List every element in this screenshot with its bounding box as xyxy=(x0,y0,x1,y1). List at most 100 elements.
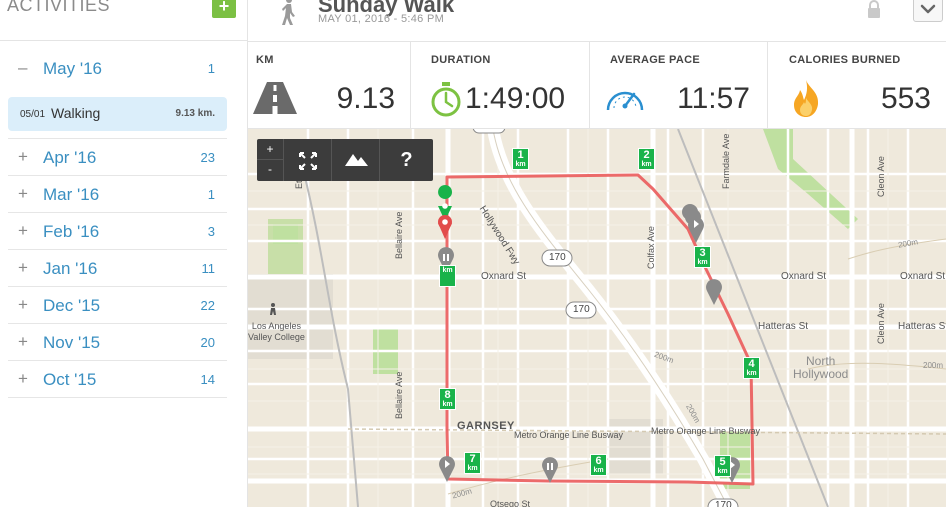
month-row-mar-16[interactable]: + Mar '16 1 xyxy=(8,176,227,213)
km-unit: km xyxy=(641,161,652,168)
km-number: 7 xyxy=(469,453,476,465)
month-label[interactable]: Dec '15 xyxy=(43,296,100,316)
activity-time: 5:46 PM xyxy=(400,13,445,25)
sidebar-header: ACTIVITIES + xyxy=(0,0,247,41)
km-unit: km xyxy=(467,465,478,472)
month-row-apr-16[interactable]: + Apr '16 23 xyxy=(8,139,227,176)
flame-icon xyxy=(794,80,819,117)
expand-icon[interactable]: + xyxy=(18,147,28,167)
month-count: 14 xyxy=(200,372,215,387)
month-count: 20 xyxy=(200,335,215,350)
km-marker-8[interactable]: 8 km xyxy=(439,388,456,410)
walker-icon xyxy=(282,0,295,25)
km-marker-6[interactable]: 6 km xyxy=(590,454,607,476)
street-label: Cleon Ave xyxy=(876,156,886,197)
km-marker-1[interactable]: 1 km xyxy=(512,148,529,170)
month-label[interactable]: Oct '15 xyxy=(43,370,96,390)
stat-label: KM xyxy=(256,54,274,66)
help-button[interactable]: ? xyxy=(379,139,433,181)
km-number: 4 xyxy=(748,358,755,370)
resume-marker-icon[interactable] xyxy=(688,217,704,243)
place-label: Los Angeles Valley College xyxy=(248,321,305,342)
park-area xyxy=(763,129,858,229)
km-marker-7[interactable]: 7 km xyxy=(464,452,481,474)
month-label[interactable]: May '16 xyxy=(43,59,102,79)
km-marker-4[interactable]: 4 km xyxy=(743,357,760,379)
stat-label: CALORIES BURNED xyxy=(789,54,901,66)
km-number: 6 xyxy=(595,455,602,467)
collapse-icon[interactable]: – xyxy=(18,58,27,78)
month-row-oct-15[interactable]: + Oct '15 14 xyxy=(8,361,227,398)
km-number: 3 xyxy=(699,247,706,259)
month-count: 1 xyxy=(207,61,215,76)
activity-datetime: MAY 01, 2016 - 5:46 PM xyxy=(318,13,444,25)
fullscreen-button[interactable] xyxy=(283,139,331,181)
zoom-in-button[interactable]: + xyxy=(257,139,283,160)
month-row-dec-15[interactable]: + Dec '15 22 xyxy=(8,287,227,324)
chevron-down-icon xyxy=(920,4,936,14)
month-row-jan-16[interactable]: + Jan '16 11 xyxy=(8,250,227,287)
km-number: 1 xyxy=(517,149,524,161)
activity-item-selected[interactable]: 05/01 Walking 9.13 km. xyxy=(8,97,227,131)
divider xyxy=(589,42,590,130)
month-row-feb-16[interactable]: + Feb '16 3 xyxy=(8,213,227,250)
street-label: Metro Orange Line Busway xyxy=(514,430,624,440)
km-marker-3[interactable]: 3 km xyxy=(694,246,711,268)
month-row-nov-15[interactable]: + Nov '15 20 xyxy=(8,324,227,361)
campus-area xyxy=(248,274,333,359)
street-label: Cleon Ave xyxy=(876,303,886,344)
add-activity-button[interactable]: + xyxy=(212,0,236,18)
month-row-may-16[interactable]: – May '16 1 xyxy=(8,50,227,88)
km-unit: km xyxy=(697,259,708,266)
expand-icon[interactable]: + xyxy=(18,332,28,352)
neighborhood-label: GARNSEY xyxy=(457,420,515,432)
zoom-out-button[interactable]: - xyxy=(257,160,283,181)
road-icon xyxy=(253,82,297,114)
km-unit: km xyxy=(717,468,728,475)
sidebar-title: ACTIVITIES xyxy=(7,0,111,15)
activity-distance: 9.13 km. xyxy=(175,108,215,119)
expand-icon[interactable]: + xyxy=(18,184,28,204)
km-marker-2[interactable]: 2 km xyxy=(638,148,655,170)
expand-icon[interactable]: + xyxy=(18,221,28,241)
activity-header: Sunday Walk MAY 01, 2016 - 5:46 PM xyxy=(248,0,946,41)
options-dropdown-button[interactable] xyxy=(913,0,943,22)
street-label: Oxnard St xyxy=(900,271,946,282)
route-map[interactable]: Hollywood Fwy Oxnard St Oxnard St Oxnard… xyxy=(248,129,946,507)
stat-calories-burned: CALORIES BURNED 553 xyxy=(781,42,946,130)
pause-marker-icon[interactable] xyxy=(706,279,722,305)
route-shield-icon xyxy=(472,129,506,134)
km-marker[interactable]: km xyxy=(439,265,456,287)
stats-bar: KM 9.13 DURATION 1:49:00 AVERAGE PACE 11… xyxy=(248,41,946,130)
terrain-icon xyxy=(345,154,368,166)
km-unit: km xyxy=(515,161,526,168)
expand-icon[interactable]: + xyxy=(18,369,28,389)
divider xyxy=(767,42,768,130)
month-label[interactable]: Jan '16 xyxy=(43,259,97,279)
stopwatch-icon xyxy=(431,82,461,117)
lock-icon[interactable] xyxy=(865,0,883,18)
stat-value: 11:57 xyxy=(677,82,750,115)
expand-icon[interactable]: + xyxy=(18,258,28,278)
expand-icon[interactable]: + xyxy=(18,295,28,315)
stat-label: AVERAGE PACE xyxy=(610,54,700,66)
month-label[interactable]: Feb '16 xyxy=(43,222,99,242)
month-label[interactable]: Apr '16 xyxy=(43,148,96,168)
street-label: Colfax Ave xyxy=(646,226,656,269)
map-tiles[interactable] xyxy=(248,129,946,507)
stat-average-pace: AVERAGE PACE 11:57 xyxy=(602,42,767,130)
stat-value: 553 xyxy=(880,82,931,115)
terrain-button[interactable] xyxy=(331,139,379,181)
month-label[interactable]: Mar '16 xyxy=(43,185,99,205)
route-number: 170 xyxy=(573,304,590,315)
month-count: 23 xyxy=(200,150,215,165)
fullscreen-icon xyxy=(299,152,317,170)
app: ACTIVITIES + – May '16 1 05/01 Walking 9… xyxy=(0,0,946,507)
month-label[interactable]: Nov '15 xyxy=(43,333,100,353)
street-label: Oxnard St xyxy=(781,271,827,282)
km-marker-5[interactable]: 5 km xyxy=(714,455,731,477)
activity-date: 05/01 xyxy=(20,109,46,120)
street-label: Hatteras St xyxy=(898,321,946,332)
street-label: Oxnard St xyxy=(481,271,527,282)
sidebar: ACTIVITIES + – May '16 1 05/01 Walking 9… xyxy=(0,0,247,507)
